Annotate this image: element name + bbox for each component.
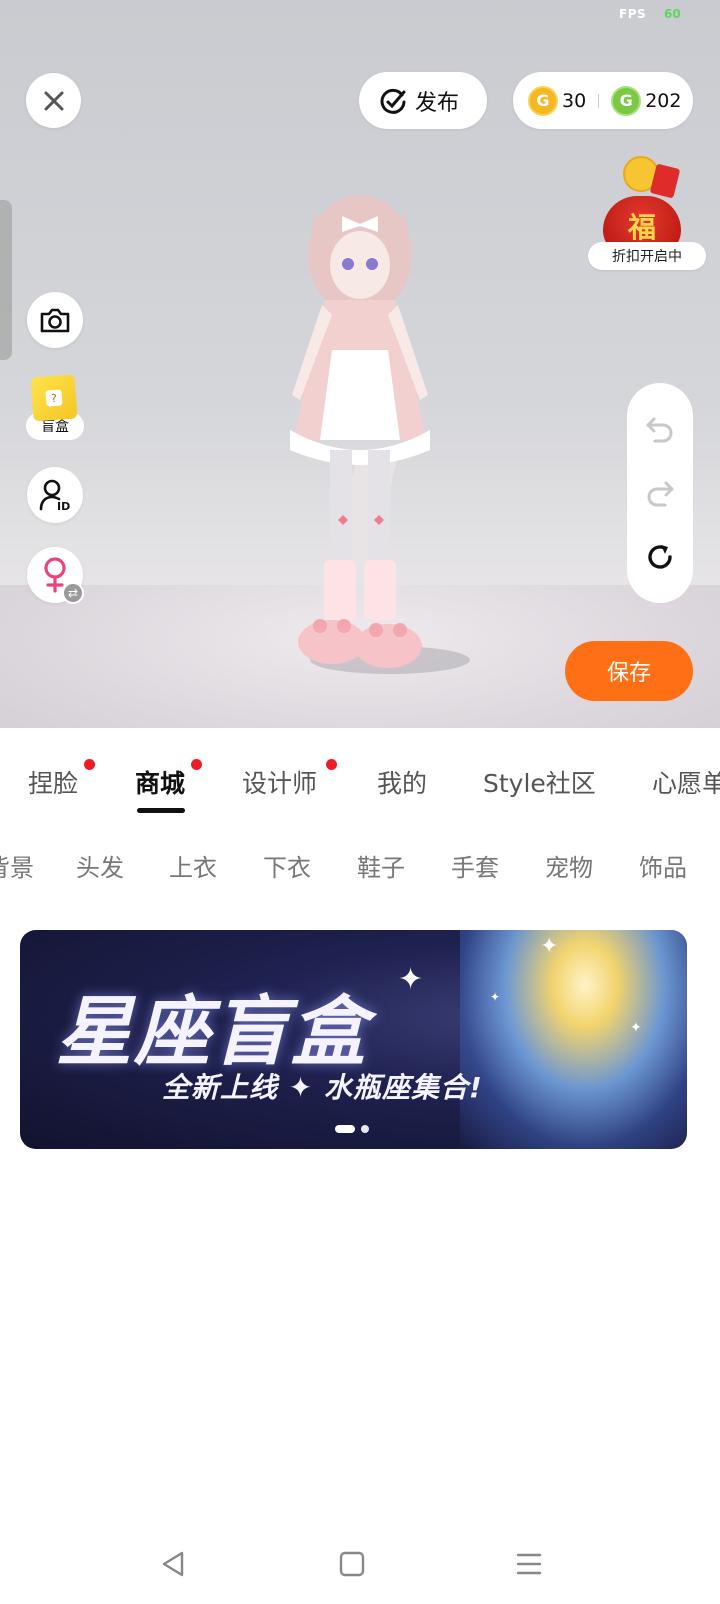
category-shoes[interactable]: 鞋子	[357, 848, 405, 883]
menu-lines-icon	[516, 1553, 542, 1575]
category-bottom[interactable]: 下衣	[263, 848, 311, 883]
publish-icon	[380, 88, 406, 114]
avatar-figure[interactable]	[250, 180, 470, 690]
tab-shop[interactable]: 商城	[135, 764, 185, 800]
promo-label: 折扣开启中	[588, 242, 706, 270]
category-top[interactable]: 上衣	[169, 848, 217, 883]
publish-button[interactable]: 发布	[359, 72, 487, 129]
avatar-id-button[interactable]: ID	[27, 467, 83, 523]
banner-title: 星座盲盒	[56, 987, 368, 1076]
banner-pagination	[335, 1125, 369, 1133]
category-accessories[interactable]: 饰品	[639, 848, 687, 883]
sparkle-icon: ✦	[540, 934, 559, 959]
fps-label: FPS	[619, 7, 647, 21]
banner-subtitle: 全新上线 ✦ 水瓶座集合!	[162, 1071, 483, 1104]
redo-icon	[647, 481, 674, 507]
undo-icon	[646, 417, 673, 443]
svg-text:ID: ID	[57, 500, 70, 512]
gold-coin-icon: G	[528, 85, 558, 116]
category-gloves[interactable]: 手套	[451, 848, 499, 883]
banner-page-dot	[361, 1125, 369, 1133]
gold-coin-value: 30	[562, 89, 587, 112]
system-navigation-bar	[0, 1524, 720, 1604]
side-drawer-handle[interactable]	[0, 200, 12, 360]
edit-history-panel	[627, 383, 693, 603]
back-triangle-icon	[162, 1551, 184, 1577]
swap-icon: ⇄	[62, 582, 84, 604]
back-button[interactable]	[153, 1544, 193, 1584]
home-square-icon	[339, 1551, 365, 1577]
home-button[interactable]	[332, 1544, 372, 1584]
tab-face[interactable]: 捏脸	[28, 764, 78, 800]
reset-icon	[648, 545, 672, 569]
blindbox-icon: ?	[30, 374, 78, 422]
banner-page-dot-active	[335, 1125, 355, 1133]
undo-button[interactable]	[640, 409, 680, 449]
tab-designer[interactable]: 设计师	[242, 764, 317, 800]
sparkle-icon: ✦	[490, 990, 501, 1004]
currency-wallet[interactable]: G 30 G 202	[513, 72, 693, 129]
discount-promo[interactable]: 福 折扣开启中	[587, 152, 707, 272]
tab-mine[interactable]: 我的	[377, 764, 427, 800]
sparkle-icon: ✦	[398, 962, 424, 997]
tab-shop-badge	[191, 759, 202, 770]
main-tabs: 捏脸 商城 设计师 我的 Style社区 心愿单	[0, 728, 720, 820]
wallet-divider	[598, 93, 600, 108]
category-bar: 背景 头发 上衣 下衣 鞋子 手套 宠物 饰品	[0, 840, 720, 890]
camera-button[interactable]	[27, 292, 83, 348]
sparkle-icon: ✦	[630, 1020, 642, 1036]
save-button[interactable]: 保存	[565, 641, 693, 701]
user-id-icon: ID	[39, 479, 70, 512]
tab-face-badge	[84, 759, 95, 770]
green-coin-value: 202	[645, 89, 682, 112]
active-tab-indicator	[137, 808, 185, 813]
tab-wishlist[interactable]: 心愿单	[652, 764, 720, 800]
promo-banner[interactable]: ✦ ✦ ✦ ✦ 星座盲盒 全新上线 ✦ 水瓶座集合!	[20, 930, 687, 1149]
tab-designer-badge	[326, 759, 337, 770]
blindbox-button[interactable]: 盲盒 ?	[26, 372, 86, 444]
publish-label: 发布	[415, 90, 460, 116]
category-background[interactable]: 背景	[0, 848, 34, 883]
camera-icon	[40, 308, 70, 333]
close-icon	[44, 91, 63, 110]
avatar-stage[interactable]: FPS 60 发布 G 30 G 202 福 折扣开启中 盲盒 ? ID ⇄ 保…	[0, 0, 720, 728]
close-button[interactable]	[26, 73, 81, 128]
green-coin-icon: G	[611, 85, 642, 116]
reset-button[interactable]	[640, 537, 680, 577]
category-hair[interactable]: 头发	[76, 848, 124, 883]
banner-character-art	[460, 930, 687, 1149]
redo-button[interactable]	[640, 473, 680, 513]
category-pets[interactable]: 宠物	[545, 848, 593, 883]
blindbox-question-mark: ?	[45, 389, 63, 407]
tab-style-community[interactable]: Style社区	[483, 764, 596, 800]
lucky-bag-char: 福	[627, 211, 656, 244]
recents-button[interactable]	[509, 1544, 549, 1584]
fps-value: 60	[664, 7, 681, 21]
